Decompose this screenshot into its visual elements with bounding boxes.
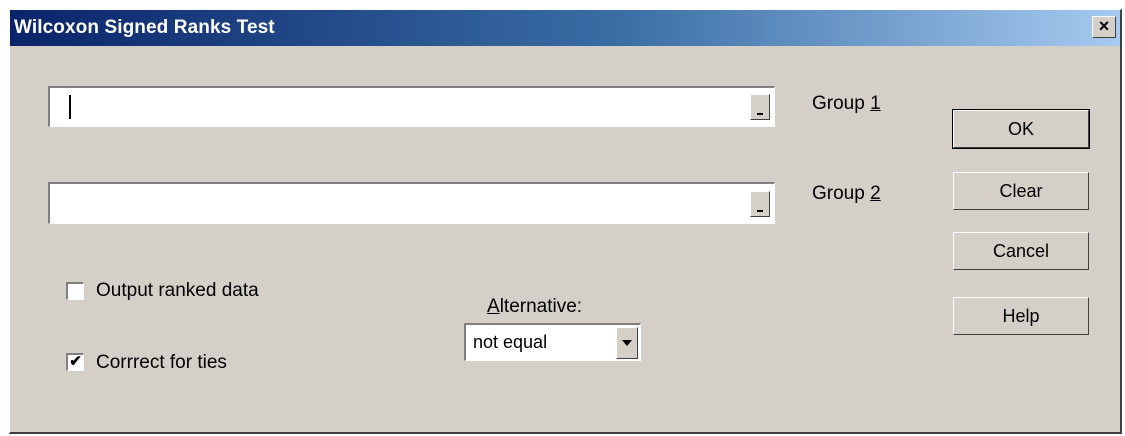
dropdown-button[interactable] bbox=[616, 327, 638, 359]
alternative-select[interactable]: not equal bbox=[464, 323, 641, 361]
group1-label: Group 1 bbox=[812, 93, 881, 114]
group2-collapse-button[interactable] bbox=[750, 191, 770, 217]
alternative-label: Alternative: bbox=[487, 296, 583, 317]
output-ranked-label: Output ranked data bbox=[96, 280, 259, 301]
correct-ties-label: Corrrect for ties bbox=[96, 352, 227, 373]
group2-label: Group 2 bbox=[812, 183, 881, 204]
cancel-button[interactable]: Cancel bbox=[953, 232, 1089, 270]
group1-collapse-button[interactable] bbox=[750, 94, 770, 120]
ok-button[interactable]: OK bbox=[952, 109, 1090, 149]
help-button[interactable]: Help bbox=[953, 297, 1089, 335]
text-caret bbox=[69, 95, 71, 119]
clear-button[interactable]: Clear bbox=[953, 172, 1089, 210]
alternative-value: not equal bbox=[473, 332, 548, 352]
output-ranked-checkbox[interactable] bbox=[66, 282, 84, 300]
check-mark-icon: ✔ bbox=[69, 353, 82, 370]
chevron-down-icon bbox=[622, 340, 632, 346]
title-bar[interactable]: Wilcoxon Signed Ranks Test × bbox=[10, 10, 1120, 46]
wilcoxon-dialog: Wilcoxon Signed Ranks Test × Group 1 Gro… bbox=[9, 9, 1122, 434]
collapse-dialog-icon bbox=[757, 113, 763, 115]
close-icon: × bbox=[1098, 16, 1110, 36]
correct-ties-checkbox[interactable]: ✔ bbox=[66, 353, 84, 371]
group1-range-input[interactable] bbox=[48, 86, 775, 127]
collapse-dialog-icon bbox=[757, 210, 763, 212]
close-button[interactable]: × bbox=[1092, 16, 1116, 38]
group2-range-input[interactable] bbox=[48, 182, 775, 224]
dialog-title: Wilcoxon Signed Ranks Test bbox=[14, 17, 275, 38]
